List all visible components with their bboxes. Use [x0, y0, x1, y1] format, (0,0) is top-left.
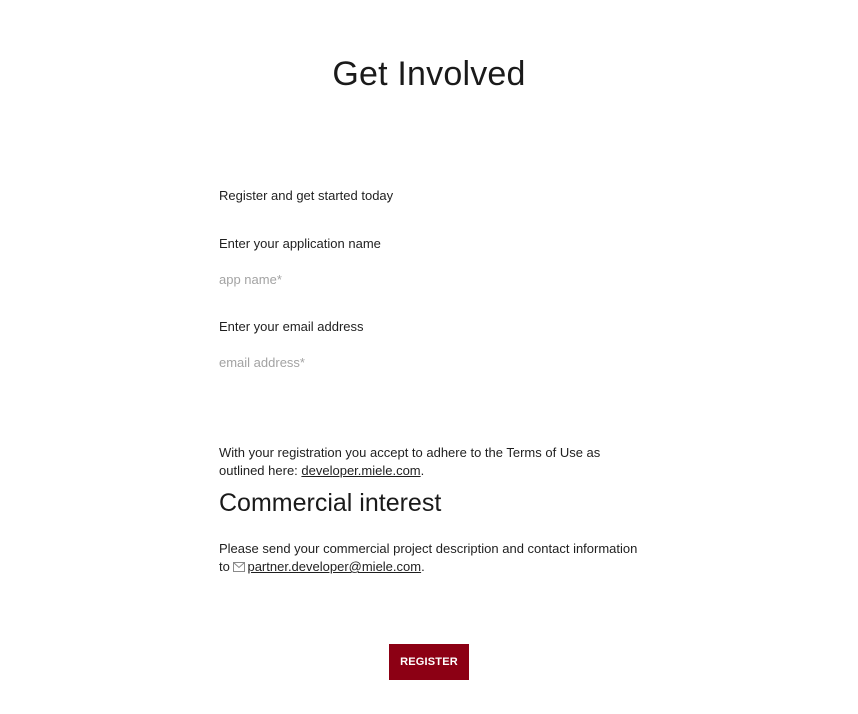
- register-button[interactable]: REGISTER: [389, 644, 469, 680]
- page-title: Get Involved: [332, 55, 526, 93]
- form-lead-text: Register and get started today: [219, 188, 394, 203]
- terms-text: With your registration you accept to adh…: [219, 444, 649, 480]
- app-name-label: Enter your application name: [219, 236, 381, 251]
- terms-link[interactable]: developer.miele.com: [301, 463, 420, 478]
- commercial-text-after: .: [421, 559, 425, 574]
- commercial-text: Please send your commercial project desc…: [219, 540, 649, 576]
- email-label: Enter your email address: [219, 319, 364, 334]
- commercial-heading: Commercial interest: [219, 489, 442, 517]
- partner-email-link[interactable]: partner.developer@miele.com: [247, 559, 421, 574]
- page: Get Involved Register and get started to…: [0, 0, 858, 714]
- terms-text-after: .: [420, 463, 425, 478]
- app-name-input[interactable]: [219, 269, 639, 289]
- envelope-icon: [233, 562, 246, 572]
- email-input[interactable]: [219, 352, 639, 372]
